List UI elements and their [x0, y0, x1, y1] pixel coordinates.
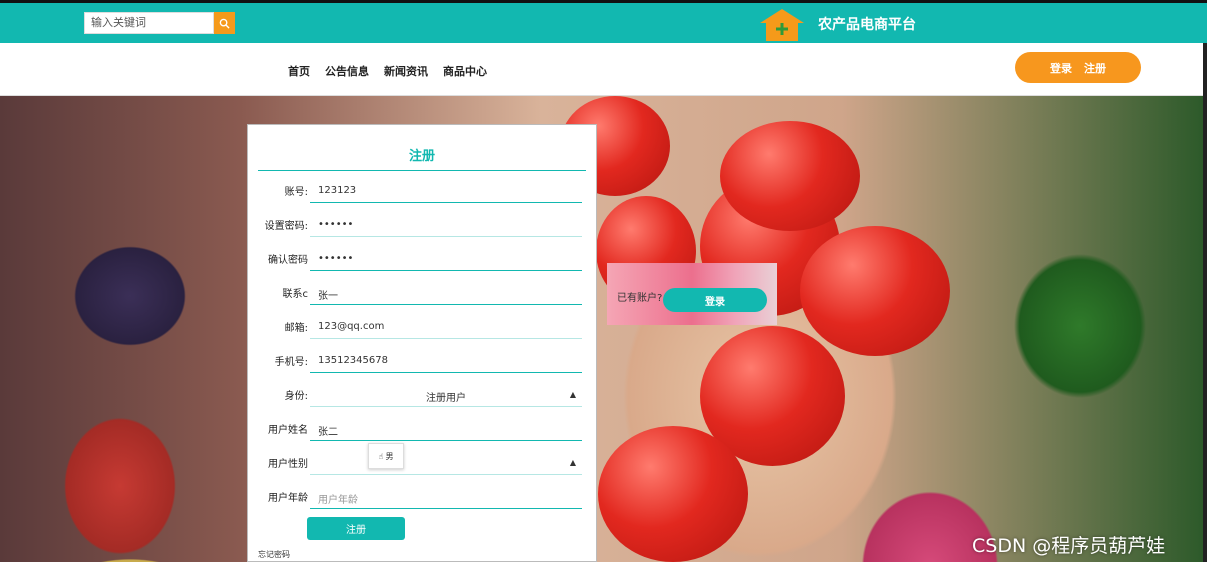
login-button[interactable]: 登录 [663, 288, 767, 312]
gender-option-tooltip[interactable]: ☝ 男 [368, 443, 404, 469]
hand-cursor-icon: ☝ [378, 451, 384, 461]
nav-bar: 首页 公告信息 新闻资讯 商品中心 登录 注册 [0, 43, 1207, 96]
form-row-name: 用户姓名 张二 [248, 413, 598, 443]
account-input[interactable]: 123123 [310, 177, 582, 203]
select-caret-icon: ▲︎ [569, 458, 576, 467]
forgot-password-link[interactable]: 忘记密码 [258, 549, 290, 560]
phone-input[interactable]: 13512345678 [310, 347, 582, 373]
name-input[interactable]: 张二 [310, 415, 582, 441]
search-icon [219, 18, 230, 29]
search-button[interactable] [214, 12, 235, 34]
nav-login-link[interactable]: 登录 [1050, 60, 1072, 76]
field-label: 用户姓名 [268, 425, 308, 436]
tomato-decoration [720, 121, 860, 231]
field-label: 手机号: [274, 357, 308, 368]
field-label: 确认密码 [268, 255, 308, 266]
email-input[interactable]: 123@qq.com [310, 313, 582, 339]
login-question: 已有账户? [617, 293, 663, 304]
house-plus-icon [760, 9, 804, 41]
gender-option-text: 男 [385, 451, 394, 461]
field-label: 账号: [284, 187, 308, 198]
nav-links: 首页 公告信息 新闻资讯 商品中心 [288, 63, 487, 79]
form-row-password: 设置密码: •••••• [248, 209, 598, 239]
role-select[interactable]: 注册用户 ▲︎ [310, 381, 582, 407]
register-submit-button[interactable]: 注册 [307, 517, 405, 540]
tomato-decoration [800, 226, 950, 356]
search-input[interactable]: 输入关键词 [84, 12, 214, 34]
hero-background [0, 96, 1203, 562]
nav-register-link[interactable]: 注册 [1084, 60, 1106, 76]
tomato-decoration [598, 426, 748, 562]
site-title: 农产品电商平台 [818, 17, 916, 33]
form-row-phone: 手机号: 13512345678 [248, 345, 598, 375]
form-row-confirm-password: 确认密码 •••••• [248, 243, 598, 273]
field-label: 用户性别 [268, 459, 308, 470]
confirm-password-input[interactable]: •••••• [310, 245, 582, 271]
nav-item-announcements[interactable]: 公告信息 [325, 63, 369, 79]
field-label: 用户年龄 [268, 493, 308, 504]
nav-item-home[interactable]: 首页 [288, 63, 310, 79]
nav-item-products[interactable]: 商品中心 [443, 63, 487, 79]
form-row-gender: 用户性别 ▲︎ [248, 447, 598, 477]
form-title: 注册 [258, 145, 586, 171]
select-caret-icon: ▲︎ [569, 390, 576, 399]
form-row-email: 邮箱: 123@qq.com [248, 311, 598, 341]
nav-item-news[interactable]: 新闻资讯 [384, 63, 428, 79]
age-input[interactable]: 用户年龄 [310, 483, 582, 509]
gender-select[interactable]: ▲︎ [310, 449, 582, 475]
form-row-contact: 联系c 张一 [248, 277, 598, 307]
form-row-role: 身份: 注册用户 ▲︎ [248, 379, 598, 409]
field-label: 联系c [282, 289, 309, 300]
form-row-account: 账号: 123123 [248, 175, 598, 205]
field-label: 邮箱: [284, 323, 308, 334]
field-label: 设置密码: [264, 221, 308, 232]
window-edge [1203, 43, 1207, 562]
field-label: 身份: [284, 391, 308, 402]
auth-button[interactable]: 登录 注册 [1015, 52, 1141, 83]
form-row-age: 用户年龄 用户年龄 [248, 481, 598, 511]
role-select-value: 注册用户 [426, 393, 466, 404]
password-input[interactable]: •••••• [310, 211, 582, 237]
login-prompt-panel: 已有账户? 登录 [607, 263, 777, 325]
contact-input[interactable]: 张一 [310, 279, 582, 305]
top-bar: 输入关键词 农产品电商平台 [0, 0, 1207, 43]
register-form: 注册 账号: 123123 设置密码: •••••• 确认密码 •••••• 联… [247, 124, 597, 562]
watermark: CSDN @程序员葫芦娃 [972, 535, 1166, 557]
